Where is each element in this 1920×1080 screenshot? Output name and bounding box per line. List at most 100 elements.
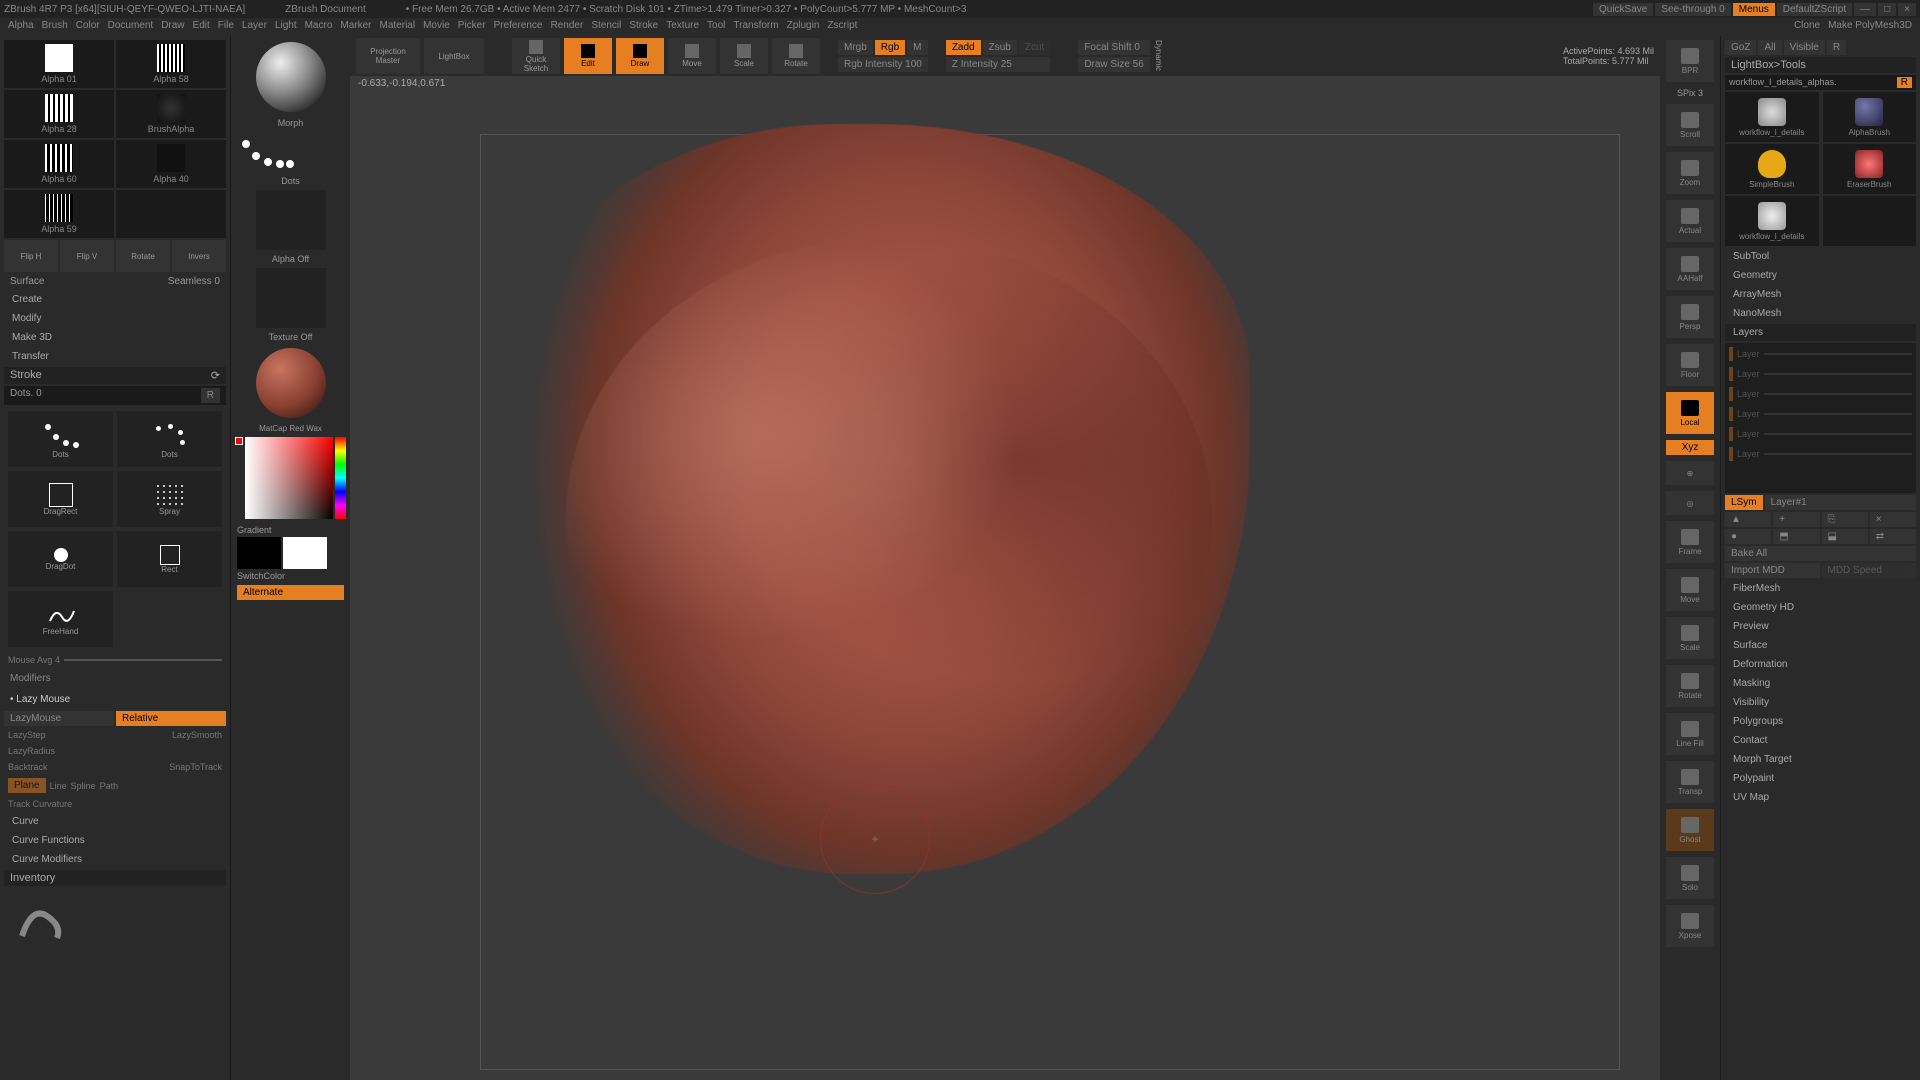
layer-row[interactable]: Layer	[1729, 347, 1912, 361]
clone-button[interactable]: Clone	[1794, 20, 1820, 34]
menu-item[interactable]: Layer	[242, 20, 267, 34]
local-button[interactable]: Local	[1666, 392, 1714, 434]
rotate-button[interactable]: Rotate	[772, 38, 820, 74]
menu-item[interactable]: Tool	[707, 20, 725, 34]
projection-master-button[interactable]: Projection Master	[356, 38, 420, 74]
frame-button[interactable]: Frame	[1666, 521, 1714, 563]
rotate-button[interactable]: Rotate	[116, 240, 170, 272]
viewport[interactable]	[350, 94, 1660, 1080]
actual-button[interactable]: Actual	[1666, 200, 1714, 242]
plane-button[interactable]: Plane	[8, 778, 46, 793]
linefill-button[interactable]: Line Fill	[1666, 713, 1714, 755]
lazymouse-header[interactable]: • Lazy Mouse	[4, 690, 226, 709]
snaptrack[interactable]: SnapToTrack	[169, 762, 222, 772]
layer-rec-icon[interactable]: ●	[1725, 529, 1771, 544]
bpr-button[interactable]: BPR	[1666, 40, 1714, 82]
seamless-slider[interactable]: Seamless 0	[168, 276, 220, 287]
m-button[interactable]: M	[907, 40, 927, 55]
surface-section[interactable]: Surface	[1725, 637, 1916, 654]
polyframe-icon[interactable]: ◎	[1666, 491, 1714, 515]
alpha-thumb[interactable]: Alpha 28	[4, 90, 114, 138]
goz-all-button[interactable]: All	[1758, 40, 1781, 55]
geometry-section[interactable]: Geometry	[1725, 267, 1916, 284]
color-picker[interactable]	[245, 437, 333, 519]
subtool-section[interactable]: SubTool	[1725, 248, 1916, 265]
tool-thumb[interactable]: workflow_I_details	[1725, 196, 1819, 246]
transfer-button[interactable]: Transfer	[4, 348, 226, 365]
quicksave-button[interactable]: QuickSave	[1593, 3, 1653, 16]
rgbintensity-slider[interactable]: Rgb Intensity 100	[838, 57, 928, 72]
trackcurvature[interactable]: Track Curvature	[8, 799, 72, 809]
layer-merge-icon[interactable]: ⬓	[1822, 529, 1868, 544]
ghost-button[interactable]: Ghost	[1666, 809, 1714, 851]
color-white[interactable]	[283, 537, 327, 569]
menu-item[interactable]: Document	[108, 20, 154, 34]
menu-item[interactable]: Zscript	[827, 20, 857, 34]
polygroups-section[interactable]: Polygroups	[1725, 713, 1916, 730]
alpha-thumb[interactable]	[116, 190, 226, 238]
menu-item[interactable]: Movie	[423, 20, 450, 34]
menu-item[interactable]: Preference	[494, 20, 543, 34]
lazyradius[interactable]: LazyRadius	[8, 746, 55, 756]
texture-thumb[interactable]	[256, 268, 326, 328]
make3d-button[interactable]: Make 3D	[4, 329, 226, 346]
quicksketch-button[interactable]: Quick Sketch	[512, 38, 560, 74]
draw-button[interactable]: Draw	[616, 38, 664, 74]
layer-invert-icon[interactable]: ⇄	[1870, 529, 1916, 544]
layer-name-field[interactable]: Layer#1	[1765, 495, 1916, 510]
aahalf-button[interactable]: AAHalf	[1666, 248, 1714, 290]
alpha-thumb[interactable]: Alpha 58	[116, 40, 226, 88]
menu-item[interactable]: Render	[551, 20, 584, 34]
relative-button[interactable]: Relative	[116, 711, 226, 726]
layer-dup-icon[interactable]: ⎘	[1822, 512, 1868, 527]
uvmap-section[interactable]: UV Map	[1725, 789, 1916, 806]
scale-gizmo-button[interactable]: Scale	[1666, 617, 1714, 659]
layers-section[interactable]: Layers	[1725, 324, 1916, 341]
max-icon[interactable]: □	[1878, 3, 1896, 16]
zadd-button[interactable]: Zadd	[946, 40, 981, 55]
alpha-thumb[interactable]: Alpha 01	[4, 40, 114, 88]
menus-button[interactable]: Menus	[1733, 3, 1775, 16]
tool-thumb[interactable]: AlphaBrush	[1823, 92, 1917, 142]
line-button[interactable]: Line	[50, 781, 67, 791]
xpose-button[interactable]: Xpose	[1666, 905, 1714, 947]
create-button[interactable]: Create	[4, 291, 226, 308]
lazystep[interactable]: LazyStep	[8, 730, 46, 740]
zcut-button[interactable]: Zcut	[1019, 40, 1050, 55]
menu-item[interactable]: Alpha	[8, 20, 34, 34]
xyz-button[interactable]: Xyz	[1666, 440, 1714, 455]
scale-button[interactable]: Scale	[720, 38, 768, 74]
menu-item[interactable]: Brush	[42, 20, 68, 34]
seethrough-button[interactable]: See-through 0	[1655, 3, 1730, 16]
menu-item[interactable]: Stroke	[629, 20, 658, 34]
invert-button[interactable]: Invers	[172, 240, 226, 272]
stroke-rect[interactable]: Rect	[117, 531, 222, 587]
rotate-gizmo-button[interactable]: Rotate	[1666, 665, 1714, 707]
tool-thumb-empty[interactable]	[1823, 196, 1917, 246]
persp-button[interactable]: Persp	[1666, 296, 1714, 338]
layer-row[interactable]: Layer	[1729, 387, 1912, 401]
alpha-thumb[interactable]: BrushAlpha	[116, 90, 226, 138]
tool-thumb[interactable]: SimpleBrush	[1725, 144, 1819, 194]
drawsize-slider[interactable]: Draw Size 56	[1078, 57, 1149, 72]
inventory-header[interactable]: Inventory	[4, 870, 226, 886]
curvemods-section[interactable]: Curve Modifiers	[4, 851, 226, 868]
min-icon[interactable]: —	[1854, 3, 1876, 16]
stroke-dots[interactable]: Dots	[8, 411, 113, 467]
close-icon[interactable]: ×	[1898, 3, 1916, 16]
layer-row[interactable]: Layer	[1729, 367, 1912, 381]
fliph-button[interactable]: Flip H	[4, 240, 58, 272]
menu-item[interactable]: Draw	[161, 20, 184, 34]
menu-item[interactable]: Picker	[458, 20, 486, 34]
bakeall-button[interactable]: Bake All	[1725, 546, 1916, 561]
contact-section[interactable]: Contact	[1725, 732, 1916, 749]
layer-split-icon[interactable]: ⬒	[1773, 529, 1819, 544]
layer-row[interactable]: Layer	[1729, 407, 1912, 421]
mrgb-button[interactable]: Mrgb	[838, 40, 873, 55]
menu-item[interactable]: Zplugin	[787, 20, 820, 34]
lazymouse-button[interactable]: LazyMouse	[4, 711, 114, 726]
zsub-button[interactable]: Zsub	[983, 40, 1017, 55]
geometryhd-section[interactable]: Geometry HD	[1725, 599, 1916, 616]
layer-row[interactable]: Layer	[1729, 447, 1912, 461]
menu-item[interactable]: Light	[275, 20, 297, 34]
